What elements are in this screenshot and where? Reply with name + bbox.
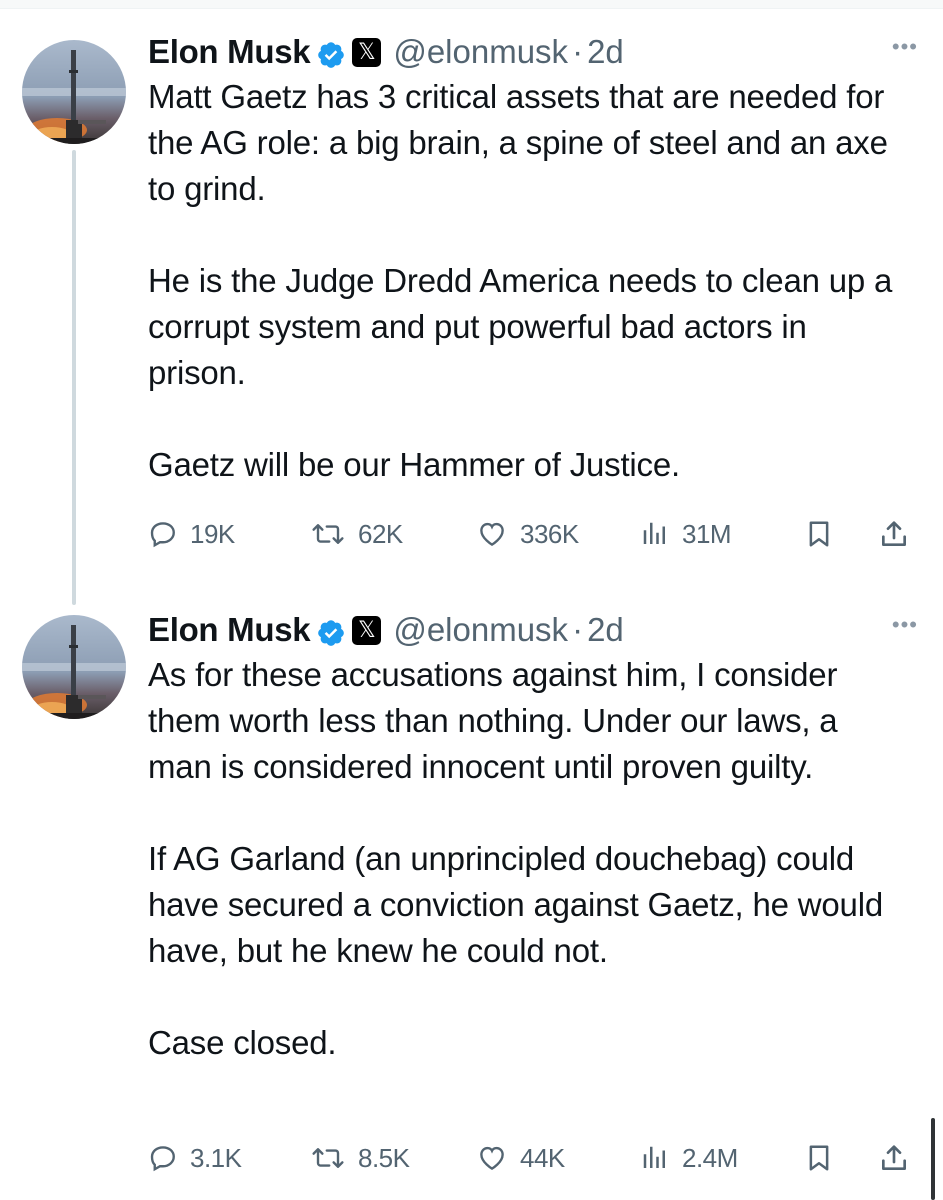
views-button[interactable]: 31M: [640, 514, 732, 554]
share-icon: [882, 1145, 906, 1170]
reply-icon: [150, 1146, 175, 1172]
author-handle[interactable]: @elonmusk: [393, 608, 568, 652]
author-name[interactable]: Elon Musk: [148, 30, 311, 74]
separator-dot: ·: [572, 611, 584, 648]
share-icon: [882, 521, 906, 546]
more-icon[interactable]: •••: [874, 610, 918, 640]
avatar-image: [22, 615, 126, 719]
x-logo-icon[interactable]: 𝕏: [352, 37, 382, 67]
top-divider: [0, 0, 943, 9]
repost-count: 8.5K: [358, 1142, 410, 1173]
reply-count: 3.1K: [190, 1142, 242, 1173]
tweet-text: Matt Gaetz has 3 critical assets that ar…: [148, 78, 893, 483]
heart-icon: [480, 1146, 504, 1171]
views-icon: [643, 1146, 665, 1168]
views-icon: [643, 522, 665, 544]
tweet-header: Elon Musk 𝕏 @elonmusk · 2d •••: [148, 30, 918, 74]
repost-button[interactable]: 8.5K: [310, 1138, 410, 1178]
thread-connector-line: [72, 150, 76, 605]
separator-dot: ·: [572, 33, 584, 70]
tweet-header: Elon Musk 𝕏 @elonmusk · 2d •••: [148, 608, 918, 652]
reply-icon: [150, 522, 175, 548]
bookmark-icon: [809, 1145, 829, 1171]
more-icon[interactable]: •••: [874, 32, 918, 62]
bookmark-icon: [809, 521, 829, 547]
author-handle[interactable]: @elonmusk: [393, 30, 568, 74]
views-button[interactable]: 2.4M: [640, 1138, 738, 1178]
reply-count: 19K: [190, 518, 235, 549]
tweet-timestamp[interactable]: 2d: [587, 30, 624, 74]
bookmark-button[interactable]: [804, 514, 846, 554]
like-count: 44K: [520, 1142, 565, 1173]
tweet-timestamp[interactable]: 2d: [587, 608, 624, 652]
action-bar: 3.1K 8.5K 44K 2.4M: [148, 1138, 918, 1178]
share-button[interactable]: [878, 514, 922, 554]
like-button[interactable]: 336K: [476, 514, 579, 554]
repost-count: 62K: [358, 518, 403, 549]
avatar-image: [22, 40, 126, 144]
bookmark-button[interactable]: [804, 1138, 846, 1178]
reply-button[interactable]: 3.1K: [148, 1138, 242, 1178]
share-button[interactable]: [878, 1138, 922, 1178]
view-count: 2.4M: [682, 1142, 738, 1173]
like-button[interactable]: 44K: [476, 1138, 565, 1178]
avatar[interactable]: [22, 40, 126, 144]
tweet-text: As for these accusations against him, I …: [148, 656, 883, 1061]
heart-icon: [480, 522, 504, 547]
reply-button[interactable]: 19K: [148, 514, 235, 554]
action-bar: 19K 62K 336K 31M: [148, 514, 918, 554]
verified-badge-icon[interactable]: [316, 37, 346, 68]
view-count: 31M: [682, 518, 732, 549]
scrollbar[interactable]: [931, 1118, 935, 1200]
like-count: 336K: [520, 518, 579, 549]
repost-icon: [312, 1148, 344, 1168]
avatar[interactable]: [22, 615, 126, 719]
verified-badge-icon[interactable]: [316, 615, 346, 646]
author-name[interactable]: Elon Musk: [148, 608, 311, 652]
x-logo-icon[interactable]: 𝕏: [352, 615, 382, 645]
repost-icon: [312, 524, 344, 544]
repost-button[interactable]: 62K: [310, 514, 403, 554]
